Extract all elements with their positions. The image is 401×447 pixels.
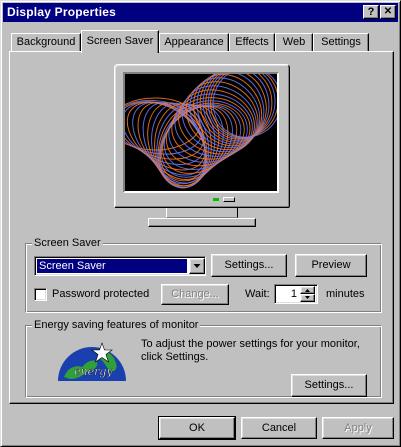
chevron-down-icon — [193, 264, 201, 268]
monitor-power-button-icon — [223, 197, 235, 202]
tab-web[interactable]: Web — [275, 33, 313, 51]
display-properties-window: Display Properties ? ✕ Background Screen… — [0, 0, 401, 447]
screen-saver-preview — [125, 74, 277, 191]
tab-screen-saver[interactable]: Screen Saver — [81, 30, 159, 53]
tab-background[interactable]: Background — [11, 33, 81, 51]
screen-saver-select-value: Screen Saver — [36, 258, 188, 274]
energy-logo-word: energy — [74, 365, 113, 378]
apply-button[interactable]: Apply — [322, 417, 394, 439]
screen-saver-settings-button[interactable]: Settings... — [211, 254, 287, 277]
minutes-label: minutes — [326, 288, 365, 300]
wait-minutes-spinner[interactable]: 1 — [274, 284, 318, 304]
power-led-icon — [213, 198, 219, 201]
energy-description: To adjust the power settings for your mo… — [141, 338, 360, 363]
dropdown-arrow-button[interactable] — [189, 258, 205, 274]
screen-saver-group-label: Screen Saver — [32, 236, 103, 250]
arrow-up-icon — [305, 289, 310, 292]
tab-settings[interactable]: Settings — [313, 33, 369, 51]
cancel-button[interactable]: Cancel — [241, 417, 317, 439]
title-bar[interactable]: Display Properties ? ✕ — [3, 3, 398, 22]
tab-effects[interactable]: Effects — [229, 33, 275, 51]
ok-button[interactable]: OK — [158, 416, 236, 440]
window-title: Display Properties — [7, 5, 116, 19]
help-button[interactable]: ? — [363, 5, 379, 19]
tab-appearance[interactable]: Appearance — [159, 33, 229, 51]
energy-star-logo-icon: energy — [58, 342, 126, 381]
monitor-preview — [114, 64, 290, 208]
monitor-stand-neck — [166, 208, 238, 218]
energy-settings-button[interactable]: Settings... — [291, 374, 367, 397]
wait-label: Wait: — [245, 288, 270, 300]
password-protected-label[interactable]: Password protected — [52, 288, 149, 301]
energy-saving-group-label: Energy saving features of monitor — [32, 318, 201, 332]
spin-up-button[interactable] — [300, 286, 315, 294]
monitor-stand-base — [148, 218, 256, 227]
change-password-button[interactable]: Change... — [161, 284, 229, 305]
close-button[interactable]: ✕ — [380, 5, 396, 19]
wait-minutes-value: 1 — [290, 288, 297, 300]
password-protected-checkbox[interactable] — [34, 288, 47, 301]
preview-button[interactable]: Preview — [295, 254, 367, 277]
preview-button-label: Preview — [311, 259, 351, 271]
spin-down-button[interactable] — [300, 294, 315, 302]
monitor-bezel — [123, 72, 279, 193]
arrow-down-icon — [305, 296, 310, 299]
screen-saver-select[interactable]: Screen Saver — [34, 256, 206, 276]
